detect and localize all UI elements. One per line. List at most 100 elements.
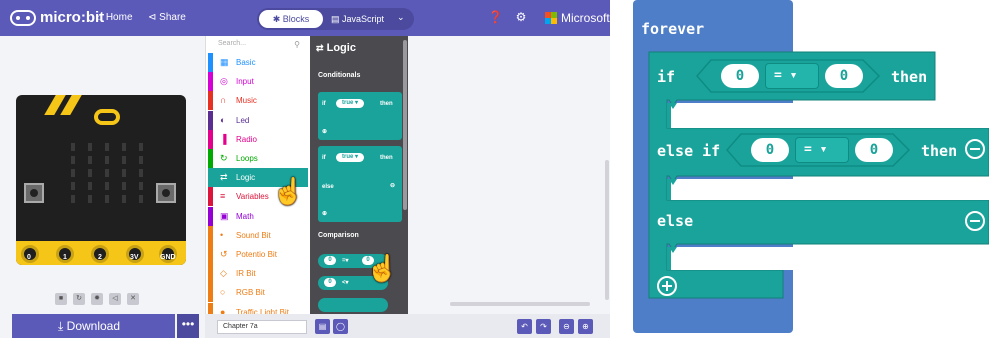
else-if-right-value[interactable]: 0 (855, 138, 893, 162)
category-ir-bit[interactable]: ◇ IR Bit (208, 264, 308, 284)
plus-icon[interactable]: ⊕ (322, 128, 327, 135)
add-branch-icon[interactable] (657, 276, 677, 296)
mini-else: else (322, 184, 334, 190)
remove-else-icon[interactable] (965, 211, 985, 231)
search-icon[interactable]: ⚲ (294, 40, 300, 49)
signal-icon: ▐ (220, 133, 227, 144)
microbit-logo[interactable]: micro:bit (10, 9, 104, 26)
remove-else-if-icon[interactable] (965, 139, 985, 159)
else-if-keyword: else if (657, 142, 721, 160)
category-basic[interactable]: ▦ Basic (208, 53, 308, 72)
zoom-out-icon[interactable]: ⊖ (559, 319, 574, 334)
shuffle-icon: ⇄ (220, 172, 228, 183)
loop-icon: ↻ (220, 153, 228, 163)
plus-icon[interactable]: ⊕ (322, 210, 327, 217)
category-led[interactable]: ◐ Led (208, 110, 308, 130)
if-right-value[interactable]: 0 (825, 64, 863, 88)
mini-zero: 0 (324, 278, 336, 287)
workspace-horizontal-scrollbar[interactable] (450, 302, 590, 306)
github-icon[interactable]: ◯ (333, 319, 348, 334)
minus-icon[interactable]: ⊖ (390, 182, 395, 189)
tab-blocks-label: Blocks (282, 14, 310, 24)
category-label: Input (236, 77, 254, 87)
code-icon: ▤ (331, 14, 340, 24)
category-label: Logic (236, 173, 256, 183)
category-input[interactable]: ◎ Input (208, 72, 308, 92)
if-operator-dropdown[interactable]: = ▾ (765, 63, 819, 89)
fullscreen-icon[interactable]: ✕ (127, 293, 139, 305)
mini-if: if (322, 101, 326, 107)
button-a[interactable] (24, 183, 44, 203)
category-rgb-bit[interactable]: ○ RGB Bit (208, 283, 308, 303)
tab-blocks[interactable]: ✱ Blocks (259, 10, 323, 28)
then-keyword: then (921, 142, 958, 160)
redo-icon[interactable]: ↷ (536, 319, 551, 334)
mute-icon[interactable]: ◁ (109, 293, 121, 305)
home-button[interactable]: ⌂ Home (97, 12, 133, 23)
download-button[interactable]: ⤓ Download (12, 314, 175, 338)
simulator-controls: ■ ↻ ✹ ◁ ✕ (55, 293, 139, 305)
category-math[interactable]: ▣ Math (208, 206, 308, 226)
makecode-editor: micro:bit ⌂ Home ⊲ Share ✱ Blocks ▤ Java… (0, 0, 610, 338)
flyout-scrollbar[interactable] (403, 40, 407, 210)
download-icon: ⤓ (58, 319, 64, 333)
editor-switch: ✱ Blocks ▤ JavaScript ⌄ (257, 8, 414, 30)
else-if-operator-dropdown[interactable]: = ▾ (795, 137, 849, 163)
tab-javascript[interactable]: ▤ JavaScript (331, 10, 393, 28)
hand-cursor-icon: ☝ (366, 253, 399, 283)
mini-zero: 0 (324, 256, 336, 265)
flyout-title: ⇄ Logic (316, 42, 356, 54)
category-color-bar (208, 110, 213, 130)
chevron-down-icon[interactable]: ⌄ (397, 12, 405, 23)
undo-icon[interactable]: ↶ (517, 319, 532, 334)
microbit-board[interactable]: 0 1 2 3V GND (16, 95, 186, 265)
workspace-vertical-scrollbar[interactable] (605, 160, 609, 300)
gear-icon[interactable]: ⚙ (514, 10, 528, 24)
category-color-bar (208, 53, 213, 72)
flyout-compare-block[interactable] (318, 298, 388, 312)
save-icon[interactable]: ▤ (315, 319, 330, 334)
mini-op: =▾ (342, 258, 349, 264)
mic-icon: • (220, 229, 224, 240)
category-sound-bit[interactable]: • Sound Bit (208, 225, 308, 245)
flyout-if-block[interactable]: if true ▾ then ⊕ (318, 92, 402, 140)
toolbox: Search... ⚲ ▦ Basic ◎ Input ∩ Music ◐ Led ▐ Radio… (205, 36, 310, 322)
flyout-title-text: Logic (326, 42, 356, 54)
refresh-icon: ↺ (220, 249, 228, 259)
category-music[interactable]: ∩ Music (208, 91, 308, 111)
mini-true: true ▾ (336, 153, 364, 162)
pin-label: 2 (98, 254, 102, 261)
debug-icon[interactable]: ✹ (91, 293, 103, 305)
mini-op: <▾ (342, 280, 349, 286)
toolbox-search-input[interactable]: Search... ⚲ (214, 40, 304, 54)
button-b[interactable] (156, 183, 176, 203)
edge-connector: 0 1 2 3V GND (16, 241, 186, 265)
category-color-bar (208, 283, 213, 303)
hand-cursor-icon: ☝ (272, 176, 305, 206)
sensor-icon: ◇ (220, 268, 227, 279)
more-button[interactable]: ••• (177, 314, 199, 338)
if-left-value[interactable]: 0 (721, 64, 759, 88)
zoom-in-icon[interactable]: ⊕ (578, 319, 593, 334)
board-logo (94, 109, 120, 125)
top-header: micro:bit ⌂ Home ⊲ Share ✱ Blocks ▤ Java… (0, 0, 610, 36)
puzzle-icon: ✱ (272, 14, 281, 24)
category-color-bar (208, 245, 213, 264)
mini-true: true ▾ (336, 99, 364, 108)
project-name-input[interactable]: Chapter 7a (217, 320, 307, 334)
microsoft-label[interactable]: Microsoft (561, 11, 610, 25)
section-comparison: Comparison (318, 232, 359, 239)
flyout-if-else-block[interactable]: if true ▾ then else ⊖ ⊕ (318, 146, 402, 222)
category-radio[interactable]: ▐ Radio (208, 129, 308, 149)
stop-icon[interactable]: ■ (55, 293, 67, 305)
category-loops[interactable]: ↻ Loops (208, 149, 308, 168)
category-label: Math (236, 211, 254, 221)
category-potentio-bit[interactable]: ↺ Potentio Bit (208, 245, 308, 264)
blocks-closeup: forever if 0 = ▾ 0 then else if 0 = ▾ 0 … (633, 0, 989, 338)
block-workspace[interactable] (408, 36, 610, 314)
else-if-left-value[interactable]: 0 (751, 138, 789, 162)
bottom-bar: Chapter 7a ▤ ◯ ↶ ↷ ⊖ ⊕ (205, 314, 610, 338)
restart-icon[interactable]: ↻ (73, 293, 85, 305)
help-icon[interactable]: ❓ (488, 10, 503, 24)
share-button[interactable]: ⊲ Share (148, 12, 186, 23)
